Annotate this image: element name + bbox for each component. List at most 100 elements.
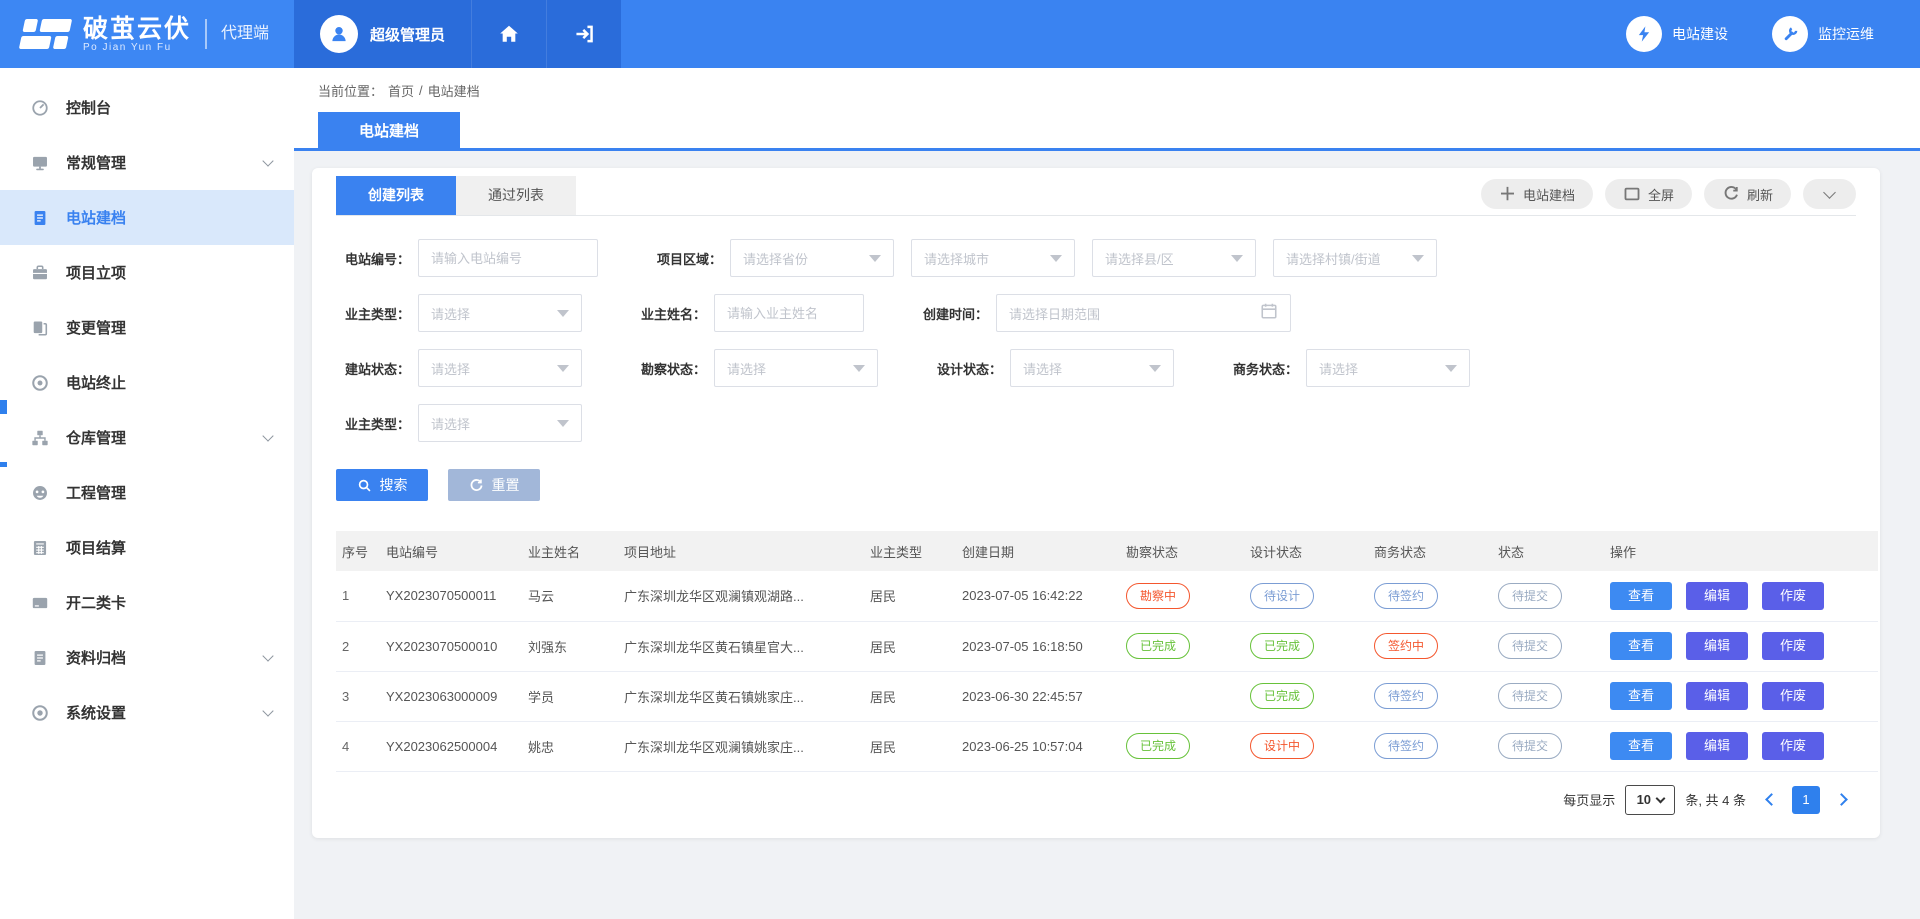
caret-down-icon (557, 365, 569, 372)
column-header: 业主类型 (864, 531, 956, 571)
panel-toolbar: ＋电站建档全屏刷新 (1481, 179, 1856, 215)
project-region-select[interactable]: 请选择村镇/街道 (1273, 239, 1437, 277)
page-tab[interactable]: 电站建档 (318, 112, 460, 151)
cell-owner: 学员 (522, 671, 618, 721)
view-button[interactable]: 查看 (1610, 682, 1672, 710)
project-region-select[interactable]: 请选择城市 (911, 239, 1075, 277)
station-code-input[interactable] (418, 239, 598, 277)
cell-code: YX2023070500011 (380, 571, 522, 621)
cell-address: 广东深圳龙华区黄石镇星官大... (618, 621, 864, 671)
sidebar-item-target[interactable]: 电站终止 (0, 355, 294, 410)
chevron-left-icon (1765, 793, 1778, 806)
filter-project-region: 项目区域： 请选择省份请选择城市请选择县/区请选择村镇/街道 (648, 239, 1437, 277)
tab-create-list[interactable]: 创建列表 (336, 176, 456, 215)
caret-down-icon (1231, 255, 1243, 262)
sidebar-item-label: 开二类卡 (66, 592, 272, 613)
sidebar-item-pages[interactable]: 变更管理 (0, 300, 294, 355)
tab-passed-list[interactable]: 通过列表 (456, 176, 576, 215)
filter-station-code: 电站编号： (336, 239, 598, 277)
sidebar-item-gauge[interactable]: 工程管理 (0, 465, 294, 520)
void-button[interactable]: 作废 (1762, 582, 1824, 610)
create-station-button[interactable]: ＋电站建档 (1481, 179, 1593, 209)
sidebar-item-briefcase[interactable]: 项目立项 (0, 245, 294, 300)
cell-business-status: 待签约 (1368, 571, 1492, 621)
table-body: 1YX2023070500011马云广东深圳龙华区观澜镇观湖路...居民2023… (336, 571, 1878, 771)
column-header: 创建日期 (956, 531, 1120, 571)
quicklink-lightning[interactable]: 电站建设 (1626, 16, 1728, 52)
sidebar-item-dashboard[interactable]: 控制台 (0, 80, 294, 135)
sidebar-item-card[interactable]: 开二类卡 (0, 575, 294, 630)
edit-button[interactable]: 编辑 (1686, 732, 1748, 760)
cell-address: 广东深圳龙华区观澜镇观湖路... (618, 571, 864, 621)
pages-icon (30, 318, 50, 338)
owner-name-input[interactable] (714, 294, 864, 332)
create-time-picker[interactable]: 请选择日期范围 (996, 294, 1291, 332)
breadcrumb-prefix: 当前位置： (318, 81, 383, 100)
reset-button[interactable]: 重置 (448, 469, 540, 501)
cell-code: YX2023062500004 (380, 721, 522, 771)
user-icon (328, 23, 350, 45)
per-page-select[interactable]: 10 (1625, 785, 1675, 815)
refresh-button[interactable]: 刷新 (1704, 179, 1791, 209)
status-badge: 待签约 (1374, 683, 1438, 709)
sidebar-item-document[interactable]: 电站建档 (0, 190, 294, 245)
survey-status-select[interactable]: 请选择 (714, 349, 878, 387)
breadcrumb-current: 电站建档 (428, 81, 480, 100)
cell-status-status: 待提交 (1492, 621, 1604, 671)
view-button[interactable]: 查看 (1610, 582, 1672, 610)
sidebar-item-sitemap[interactable]: 仓库管理 (0, 410, 294, 465)
quicklink-wrench[interactable]: 监控运维 (1772, 16, 1874, 52)
sidebar: 控制台 常规管理 电站建档 项目立项 变更管理 电站终止 仓库管理 工程管理 项… (0, 68, 294, 919)
logout-button[interactable] (546, 0, 621, 68)
caret-down-icon (557, 420, 569, 427)
view-button[interactable]: 查看 (1610, 632, 1672, 660)
sidebar-item-calculator[interactable]: 项目结算 (0, 520, 294, 575)
view-button[interactable]: 查看 (1610, 732, 1672, 760)
brand: 破茧云伏 Po Jian Yun Fu 代理端 (0, 0, 294, 68)
owner-type-2-select[interactable]: 请选择 (418, 404, 582, 442)
edit-button[interactable]: 编辑 (1686, 632, 1748, 660)
table-row: 4YX2023062500004姚忠广东深圳龙华区观澜镇姚家庄...居民2023… (336, 721, 1878, 771)
cell-survey-status: 勘察中 (1120, 571, 1244, 621)
void-button[interactable]: 作废 (1762, 682, 1824, 710)
column-header: 设计状态 (1244, 531, 1368, 571)
project-region-select[interactable]: 请选择县/区 (1092, 239, 1256, 277)
sidebar-item-settings[interactable]: 系统设置 (0, 685, 294, 740)
fullscreen-button[interactable]: 全屏 (1605, 179, 1692, 209)
page-1-button[interactable]: 1 (1792, 786, 1820, 814)
edit-button[interactable]: 编辑 (1686, 682, 1748, 710)
sidebar-item-archive[interactable]: 资料归档 (0, 630, 294, 685)
next-page-button[interactable] (1830, 787, 1856, 813)
business-status-select[interactable]: 请选择 (1306, 349, 1470, 387)
filter-label: 业主类型： (336, 304, 410, 323)
search-button[interactable]: 搜索 (336, 469, 428, 501)
sidebar-scrollbar-segment[interactable] (0, 462, 7, 467)
edit-button[interactable]: 编辑 (1686, 582, 1748, 610)
design-status-select[interactable]: 请选择 (1010, 349, 1174, 387)
sidebar-item-monitor[interactable]: 常规管理 (0, 135, 294, 190)
filter-label: 项目区域： (648, 249, 722, 268)
sidebar-item-label: 资料归档 (66, 647, 264, 668)
list-panel: 创建列表通过列表 ＋电站建档全屏刷新 电站编号：项目区域：请选择省份请选择城市请… (312, 168, 1880, 838)
sidebar-scrollbar[interactable] (0, 400, 7, 414)
owner-type-select[interactable]: 请选择 (418, 294, 582, 332)
sidebar-item-label: 项目立项 (66, 262, 272, 283)
breadcrumb-home[interactable]: 首页 (388, 81, 414, 100)
sidebar-item-label: 常规管理 (66, 152, 264, 173)
home-button[interactable] (471, 0, 546, 68)
prev-page-button[interactable] (1756, 787, 1782, 813)
cell-type: 居民 (864, 671, 956, 721)
table-row: 2YX2023070500010刘强东广东深圳龙华区黄石镇星官大...居民202… (336, 621, 1878, 671)
cell-survey-status (1120, 671, 1244, 721)
project-region-select[interactable]: 请选择省份 (730, 239, 894, 277)
status-badge: 已完成 (1250, 633, 1314, 659)
void-button[interactable]: 作废 (1762, 732, 1824, 760)
cell-no: 2 (336, 621, 380, 671)
build-status-select[interactable]: 请选择 (418, 349, 582, 387)
column-header: 勘察状态 (1120, 531, 1244, 571)
chevron-down-icon (262, 650, 273, 661)
user-menu[interactable]: 超级管理员 (294, 0, 471, 68)
target-icon (30, 373, 50, 393)
void-button[interactable]: 作废 (1762, 632, 1824, 660)
collapse-button[interactable] (1803, 179, 1856, 209)
